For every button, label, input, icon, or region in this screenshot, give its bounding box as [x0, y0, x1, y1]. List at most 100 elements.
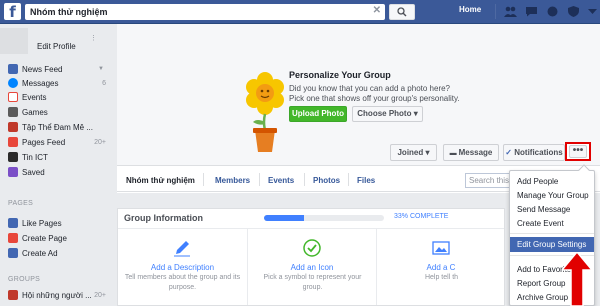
add-cover-section[interactable]: Add a C Help tell th	[376, 229, 505, 305]
sidebar-item-games[interactable]: Games	[8, 107, 110, 120]
tin-ict-icon	[8, 152, 18, 162]
sidebar-item-like-pages[interactable]: Like Pages	[8, 218, 110, 231]
sidebar-item-saved[interactable]: Saved	[8, 167, 110, 180]
tab-divider	[304, 173, 305, 186]
add-description-link[interactable]: Add a Description	[118, 263, 247, 272]
sidebar-item-group-hoi[interactable]: Hội những người ... 20+	[8, 290, 110, 303]
add-icon-link[interactable]: Add an Icon	[248, 263, 376, 272]
games-icon	[8, 107, 18, 117]
news-feed-icon	[8, 64, 18, 74]
tab-events[interactable]: Events	[268, 176, 294, 185]
tab-photos[interactable]: Photos	[313, 176, 340, 185]
message-button-label: Message	[458, 148, 493, 157]
sidebar-item-label: Create Ad	[22, 249, 58, 258]
search-button[interactable]	[389, 4, 415, 20]
pencil-icon	[174, 241, 190, 257]
check-circle-icon	[303, 239, 321, 257]
menu-item-add-people[interactable]: Add People	[510, 174, 594, 189]
personalize-description-line-1: Did you know that you can add a photo he…	[289, 84, 450, 93]
add-description-section[interactable]: Add a Description Tell members about the…	[118, 229, 247, 305]
joined-button[interactable]: Joined ▾	[390, 144, 437, 161]
avatar[interactable]	[0, 28, 28, 54]
sidebar-item-create-page[interactable]: Create Page	[8, 233, 110, 246]
red-arrow-annotation-icon	[562, 252, 592, 306]
tab-members[interactable]: Members	[215, 176, 250, 185]
personalize-title: Personalize Your Group	[289, 70, 391, 80]
checkmark-icon: ✓	[505, 148, 515, 157]
notifications-button[interactable]: ✓ Notifications	[503, 144, 565, 161]
sidebar-item-create-ad[interactable]: Create Ad	[8, 248, 110, 261]
sidebar-item-count: 20+	[94, 139, 106, 146]
events-icon	[8, 92, 18, 102]
choose-photo-button[interactable]: Choose Photo ▾	[352, 106, 423, 122]
message-button[interactable]: ▬ Message	[443, 144, 499, 161]
image-icon	[432, 241, 450, 255]
sidebar-item-label: Events	[22, 93, 47, 102]
pages-section-header: PAGES	[8, 200, 34, 207]
completion-progress-label: 33% COMPLETE	[394, 213, 449, 220]
notifications-icon[interactable]	[546, 6, 559, 17]
search-input[interactable]: Nhóm thử nghiệm ✕	[25, 4, 385, 20]
sidebar-item-group[interactable]: Tập Thể Đam Mê ...	[8, 122, 110, 135]
sidebar-item-label: Saved	[22, 168, 45, 177]
menu-item-manage-group[interactable]: Manage Your Group	[510, 188, 594, 203]
sidebar-item-label: Pages Feed	[22, 138, 66, 147]
more-dots-icon[interactable]: ⋮	[90, 34, 97, 42]
menu-item-create-event[interactable]: Create Event	[510, 216, 594, 231]
search-input-value: Nhóm thử nghiệm	[30, 7, 108, 17]
account-menu-icon[interactable]	[586, 6, 599, 17]
sidebar-item-label: Create Page	[22, 234, 67, 243]
menu-item-send-message[interactable]: Send Message	[510, 202, 594, 217]
tab-divider	[348, 173, 349, 186]
notifications-button-label: Notifications	[514, 148, 563, 157]
top-navigation-bar: f Nhóm thử nghiệm ✕ Home	[0, 0, 600, 24]
add-description-text: Tell members about the group and its pur…	[124, 274, 241, 291]
menu-divider	[510, 233, 594, 234]
home-link[interactable]: Home	[459, 5, 481, 14]
sidebar-item-events[interactable]: Events	[8, 92, 110, 105]
edit-profile-link[interactable]: Edit Profile	[37, 42, 76, 51]
add-cover-text: Help tell th	[424, 274, 459, 281]
messages-icon	[8, 78, 18, 88]
flower-pot-illustration-icon	[246, 72, 284, 152]
privacy-shortcuts-icon[interactable]	[567, 6, 580, 17]
group-icon	[8, 122, 18, 132]
cover-photo-area: Personalize Your Group Did you know that…	[117, 24, 600, 166]
upload-photo-button[interactable]: Upload Photo	[289, 106, 347, 122]
sidebar-item-label: Hội những người ...	[22, 291, 92, 300]
like-pages-icon	[8, 218, 18, 228]
tab-divider	[259, 173, 260, 186]
sidebar-item-news-feed[interactable]: News Feed ▼	[8, 64, 110, 77]
add-cover-link[interactable]: Add a C	[377, 263, 505, 272]
sidebar-item-label: Games	[22, 108, 48, 117]
clear-search-icon[interactable]: ✕	[373, 5, 381, 17]
sidebar-item-pages-feed[interactable]: Pages Feed 20+	[8, 137, 110, 150]
add-icon-text: Pick a symbol to represent your group.	[263, 274, 362, 291]
sidebar-item-label: Tập Thể Đam Mê ...	[22, 123, 93, 132]
messages-icon[interactable]	[525, 6, 538, 17]
group-item-icon	[8, 290, 18, 300]
sidebar-item-label: Like Pages	[22, 219, 62, 228]
sidebar-item-count: 6	[102, 80, 106, 87]
more-options-button-highlight[interactable]: •••	[565, 142, 591, 161]
group-information-title: Group Information	[124, 213, 203, 223]
sidebar-item-label: News Feed	[22, 65, 63, 74]
tab-group-name[interactable]: Nhóm thử nghiệm	[126, 176, 195, 185]
topbar-divider	[495, 4, 496, 19]
sidebar-item-label: Messages	[22, 79, 59, 88]
completion-progress-fill	[264, 215, 304, 221]
tab-files[interactable]: Files	[357, 176, 375, 185]
friend-requests-icon[interactable]	[504, 6, 517, 17]
sidebar-item-tin-ict[interactable]: Tin ICT	[8, 152, 110, 165]
sidebar-item-messages[interactable]: Messages 6	[8, 78, 110, 91]
menu-item-edit-group-settings[interactable]: Edit Group Settings	[510, 237, 594, 252]
pages-feed-icon	[8, 137, 18, 147]
add-icon-section[interactable]: Add an Icon Pick a symbol to represent y…	[247, 229, 376, 305]
personalize-description-line-2: Pick one that shows off your group's per…	[289, 94, 460, 103]
chevron-down-icon[interactable]: ▼	[98, 64, 104, 75]
facebook-logo-icon[interactable]: f	[4, 3, 21, 21]
create-page-icon	[8, 233, 18, 243]
groups-section-header: GROUPS	[8, 276, 41, 283]
sidebar-item-count: 20+	[94, 292, 106, 299]
more-options-icon[interactable]: •••	[569, 145, 587, 158]
